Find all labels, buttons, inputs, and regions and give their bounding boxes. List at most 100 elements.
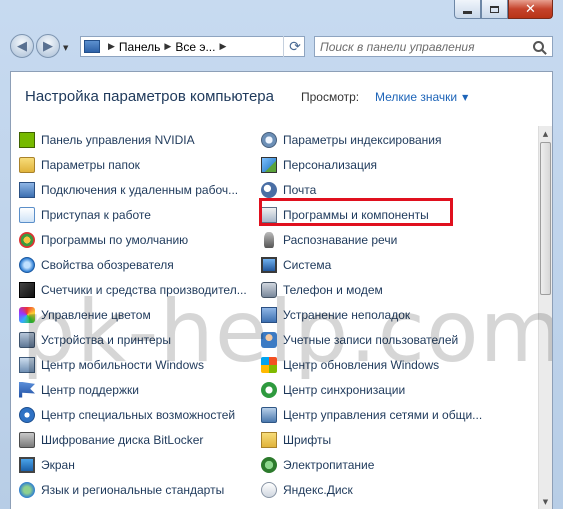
vertical-scrollbar[interactable]: ▲ ▼ xyxy=(538,126,552,509)
minimize-button[interactable] xyxy=(454,0,481,19)
control-panel-item-label[interactable]: Почта xyxy=(283,183,316,197)
control-panel-item[interactable]: Центр управления сетями и общи... xyxy=(261,402,482,427)
control-panel-item[interactable]: Центр поддержки xyxy=(19,377,247,402)
control-panel-item-label[interactable]: Управление цветом xyxy=(41,308,151,322)
control-panel-item-label[interactable]: Персонализация xyxy=(283,158,377,172)
control-panel-item[interactable]: Шифрование диска BitLocker xyxy=(19,427,247,452)
back-button[interactable]: ◀ xyxy=(10,34,34,58)
maximize-button[interactable] xyxy=(481,0,508,19)
refresh-icon: ⟳ xyxy=(289,38,301,55)
control-panel-item[interactable]: Счетчики и средства производител... xyxy=(19,277,247,302)
control-panel-item-label[interactable]: Счетчики и средства производител... xyxy=(41,283,247,297)
breadcrumb-separator-icon[interactable]: ▶ xyxy=(219,42,226,52)
scroll-up-icon[interactable]: ▲ xyxy=(539,126,552,142)
control-panel-item[interactable]: Устройства и принтеры xyxy=(19,327,247,352)
search-icon[interactable] xyxy=(533,41,544,52)
control-panel-item-label[interactable]: Электропитание xyxy=(283,458,374,472)
close-button[interactable]: ✕ xyxy=(508,0,553,19)
color-management-icon xyxy=(19,306,35,323)
control-panel-item-label[interactable]: Параметры индексирования xyxy=(283,133,441,147)
control-panel-item[interactable]: Яндекс.Диск xyxy=(261,477,482,502)
control-panel-item-label[interactable]: Программы по умолчанию xyxy=(41,233,188,247)
recent-pages-dropdown-icon[interactable]: ▼ xyxy=(63,44,68,52)
breadcrumb-control-panel[interactable]: Панель xyxy=(119,40,160,54)
control-panel-item[interactable]: Электропитание xyxy=(261,452,482,477)
control-panel-item[interactable]: Приступая к работе xyxy=(19,202,247,227)
maximize-icon xyxy=(490,5,499,13)
control-panel-item-label[interactable]: Шифрование диска BitLocker xyxy=(41,433,203,447)
control-panel-item[interactable]: Система xyxy=(261,252,482,277)
control-panel-item-label[interactable]: Учетные записи пользователей xyxy=(283,333,458,347)
control-panel-item[interactable]: Учетные записи пользователей xyxy=(261,327,482,352)
search-box[interactable] xyxy=(314,36,553,57)
search-input[interactable] xyxy=(315,38,533,55)
yandex-disk-icon xyxy=(261,481,277,498)
refresh-button[interactable]: ⟳ xyxy=(283,36,306,57)
scroll-down-icon[interactable]: ▼ xyxy=(539,494,552,509)
view-by-value[interactable]: Мелкие значки xyxy=(375,90,457,104)
control-panel-item-label[interactable]: Распознавание речи xyxy=(283,233,397,247)
scrollbar-thumb[interactable] xyxy=(540,142,551,295)
control-panel-item-label[interactable]: Свойства обозревателя xyxy=(41,258,174,272)
control-panel-item[interactable]: Персонализация xyxy=(261,152,482,177)
window-frame: ✕ ◀ ▶ ▼ ▶ Панель ▶ Все э... ▶ ⟳ Настройк… xyxy=(0,0,563,509)
breadcrumb-all-items[interactable]: Все э... xyxy=(175,40,215,54)
control-panel-item[interactable]: Устранение неполадок xyxy=(261,302,482,327)
control-panel-item[interactable]: Свойства обозревателя xyxy=(19,252,247,277)
address-bar[interactable]: ▶ Панель ▶ Все э... ▶ xyxy=(80,36,305,57)
fonts-icon xyxy=(261,431,277,448)
control-panel-item-label[interactable]: Экран xyxy=(41,458,75,472)
control-panel-item-label[interactable]: Система xyxy=(283,258,331,272)
control-panel-item-label[interactable]: Яндекс.Диск xyxy=(283,483,353,497)
control-panel-item[interactable]: Центр мобильности Windows xyxy=(19,352,247,377)
control-panel-item[interactable]: Центр обновления Windows xyxy=(261,352,482,377)
view-by-dropdown[interactable]: Мелкие значки ▼ xyxy=(375,90,468,104)
control-panel-icon xyxy=(84,40,100,53)
control-panel-item-label[interactable]: Центр синхронизации xyxy=(283,383,405,397)
control-panel-item-label[interactable]: Телефон и модем xyxy=(283,283,383,297)
control-panel-item[interactable]: Шрифты xyxy=(261,427,482,452)
items-column-right: Параметры индексирования Персонализация По… xyxy=(261,127,482,502)
content-pane: Настройка параметров компьютера Просмотр… xyxy=(10,71,553,509)
control-panel-item[interactable]: Экран xyxy=(19,452,247,477)
system-icon xyxy=(261,256,277,273)
control-panel-item-label[interactable]: Шрифты xyxy=(283,433,331,447)
control-panel-item-label[interactable]: Центр поддержки xyxy=(41,383,139,397)
windows-update-icon xyxy=(261,356,277,373)
indexing-icon xyxy=(261,131,277,148)
page-title: Настройка параметров компьютера xyxy=(25,88,274,105)
control-panel-item[interactable]: Центр специальных возможностей xyxy=(19,402,247,427)
control-panel-item[interactable]: Распознавание речи xyxy=(261,227,482,252)
control-panel-item[interactable]: Программы по умолчанию xyxy=(19,227,247,252)
control-panel-item-label[interactable]: Центр специальных возможностей xyxy=(41,408,235,422)
control-panel-item-label[interactable]: Устранение неполадок xyxy=(283,308,410,322)
mail-icon xyxy=(261,181,277,198)
ease-of-access-icon xyxy=(19,406,35,423)
remote-desktop-icon xyxy=(19,181,35,198)
forward-button[interactable]: ▶ xyxy=(36,34,60,58)
control-panel-item-label[interactable]: Приступая к работе xyxy=(41,208,151,222)
control-panel-item[interactable]: Телефон и модем xyxy=(261,277,482,302)
view-by-label: Просмотр: xyxy=(301,90,360,104)
control-panel-item[interactable]: Параметры папок xyxy=(19,152,247,177)
breadcrumb-separator-icon[interactable]: ▶ xyxy=(108,42,115,52)
control-panel-item-label[interactable]: Подключения к удаленным рабоч... xyxy=(41,183,238,197)
control-panel-item[interactable]: Подключения к удаленным рабоч... xyxy=(19,177,247,202)
chevron-down-icon[interactable]: ▼ xyxy=(462,93,468,102)
control-panel-item[interactable]: Панель управления NVIDIA xyxy=(19,127,247,152)
control-panel-item[interactable]: Центр синхронизации xyxy=(261,377,482,402)
control-panel-item[interactable]: Язык и региональные стандарты xyxy=(19,477,247,502)
control-panel-item-label[interactable]: Устройства и принтеры xyxy=(41,333,171,347)
devices-printers-icon xyxy=(19,331,35,348)
control-panel-item-label[interactable]: Параметры папок xyxy=(41,158,140,172)
control-panel-item-label[interactable]: Панель управления NVIDIA xyxy=(41,133,195,147)
control-panel-item-label[interactable]: Центр обновления Windows xyxy=(283,358,439,372)
breadcrumb-separator-icon[interactable]: ▶ xyxy=(164,42,171,52)
control-panel-item[interactable]: Параметры индексирования xyxy=(261,127,482,152)
sync-center-icon xyxy=(261,381,277,398)
control-panel-item[interactable]: Управление цветом xyxy=(19,302,247,327)
control-panel-item-label[interactable]: Язык и региональные стандарты xyxy=(41,483,224,497)
control-panel-item-label[interactable]: Центр мобильности Windows xyxy=(41,358,204,372)
control-panel-item-label[interactable]: Центр управления сетями и общи... xyxy=(283,408,482,422)
performance-icon xyxy=(19,281,35,298)
